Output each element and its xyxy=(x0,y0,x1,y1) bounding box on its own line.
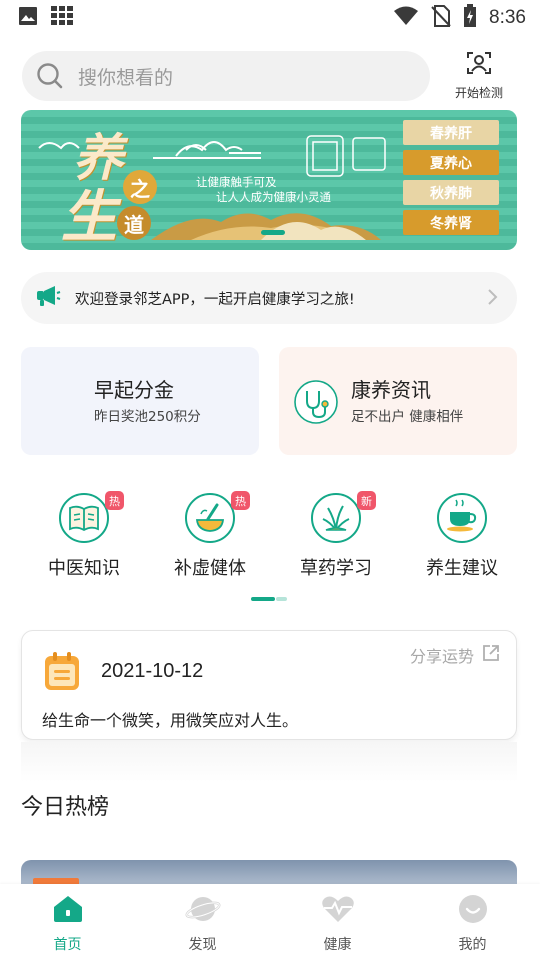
banner-circle-char: 之 xyxy=(123,170,157,204)
category-tonic-fitness[interactable]: 热 补虚健体 xyxy=(150,491,270,580)
status-bar: 8:36 xyxy=(0,0,540,36)
share-label: 分享运势 xyxy=(409,647,474,666)
mortar-pestle-icon: 热 xyxy=(184,491,250,544)
card-shadow-strip xyxy=(21,742,517,782)
new-badge: 新 xyxy=(357,491,376,510)
notice-bar[interactable]: 欢迎登录邻芝APP，一起开启健康学习之旅! xyxy=(21,272,517,324)
battery-charging-icon xyxy=(463,4,477,32)
hot-list-title: 今日热榜 xyxy=(21,795,110,820)
season-tag-autumn: 秋养肺 xyxy=(403,180,499,205)
page-indicator-inactive xyxy=(276,597,287,601)
teacup-icon xyxy=(436,492,488,544)
category-label: 中医知识 xyxy=(48,558,120,579)
start-detection-button[interactable]: 开始检测 xyxy=(448,50,510,100)
banner-carousel[interactable]: 养 生 之 道 让健康触手可及 让人人成为健康小灵通 春养肝 夏养心 秋养肺 冬… xyxy=(21,110,517,250)
category-page-indicator xyxy=(251,597,287,601)
health-news-card[interactable]: 康养资讯 足不出户 健康相伴 xyxy=(279,347,517,455)
home-icon xyxy=(52,894,84,928)
category-tcm-knowledge[interactable]: 热 中医知识 xyxy=(24,491,144,580)
category-wellness-advice[interactable]: 养生建议 xyxy=(402,492,522,580)
nav-label: 首页 xyxy=(53,937,82,953)
notice-text: 欢迎登录邻芝APP，一起开启健康学习之旅! xyxy=(75,291,355,308)
share-external-icon xyxy=(482,644,500,666)
hot-badge: 热 xyxy=(105,491,124,510)
nav-label: 发现 xyxy=(188,937,217,953)
banner-slogan-line: 让人人成为健康小灵通 xyxy=(216,190,331,204)
image-icon xyxy=(18,6,38,30)
megaphone-icon xyxy=(35,283,61,313)
early-rise-card[interactable]: 早起分金 昨日奖池250积分 xyxy=(21,347,259,455)
nav-label: 我的 xyxy=(458,937,487,953)
card-title: 早起分金 xyxy=(94,378,174,402)
nav-home[interactable]: 首页 xyxy=(0,884,135,960)
fortune-date: 2021-10-12 xyxy=(101,660,204,682)
search-icon xyxy=(36,62,64,90)
nav-discover[interactable]: 发现 xyxy=(135,884,270,960)
nav-health[interactable]: 健康 xyxy=(270,884,405,960)
header: 搜你想看的 开始检测 xyxy=(0,44,540,108)
profile-smile-icon xyxy=(457,894,489,928)
nav-label: 健康 xyxy=(323,937,352,953)
category-herb-learning[interactable]: 新 草药学习 xyxy=(276,491,396,580)
no-sim-icon xyxy=(431,5,451,31)
card-subtitle: 昨日奖池250积分 xyxy=(94,409,201,425)
season-tag-summer: 夏养心 xyxy=(403,150,499,175)
face-scan-icon xyxy=(466,50,492,80)
search-input[interactable]: 搜你想看的 xyxy=(22,51,430,101)
nav-profile[interactable]: 我的 xyxy=(405,884,540,960)
open-book-icon: 热 xyxy=(58,491,124,544)
scan-label: 开始检测 xyxy=(454,86,503,100)
wifi-icon xyxy=(393,6,419,30)
banner-title-char: 生 xyxy=(61,184,117,250)
heartbeat-icon xyxy=(321,894,355,928)
carousel-indicator xyxy=(261,230,285,235)
category-label: 草药学习 xyxy=(300,558,372,579)
fortune-quote: 给生命一个微笑，用微笑应对人生。 xyxy=(42,711,299,730)
banner-slogan: 让健康触手可及 让人人成为健康小灵通 xyxy=(196,175,331,205)
page-indicator-active xyxy=(251,597,275,601)
season-tag-winter: 冬养肾 xyxy=(403,210,499,235)
share-fortune-button[interactable]: 分享运势 xyxy=(410,643,500,667)
bottom-navigation: 首页 发现 健康 我的 xyxy=(0,884,540,960)
banner-seasons: 春养肝 夏养心 秋养肺 冬养肾 xyxy=(403,120,499,235)
planet-icon xyxy=(185,894,221,928)
card-title: 康养资讯 xyxy=(351,378,431,402)
calendar-icon xyxy=(44,651,80,695)
banner-circle-char: 道 xyxy=(117,206,151,240)
season-tag-spring: 春养肝 xyxy=(403,120,499,145)
category-label: 补虚健体 xyxy=(174,558,246,579)
status-time: 8:36 xyxy=(489,7,526,28)
hot-badge: 热 xyxy=(231,491,250,510)
banner-slogan-line: 让健康触手可及 xyxy=(196,175,277,189)
card-subtitle: 足不出户 健康相伴 xyxy=(351,409,464,425)
herb-plant-icon: 新 xyxy=(310,491,376,544)
category-label: 养生建议 xyxy=(426,558,498,579)
stethoscope-icon xyxy=(293,379,339,429)
chevron-right-icon xyxy=(485,286,499,312)
daily-fortune-card: 2021-10-12 分享运势 给生命一个微笑，用微笑应对人生。 xyxy=(21,630,517,740)
search-placeholder: 搜你想看的 xyxy=(78,66,174,89)
apps-grid-icon xyxy=(50,5,74,31)
